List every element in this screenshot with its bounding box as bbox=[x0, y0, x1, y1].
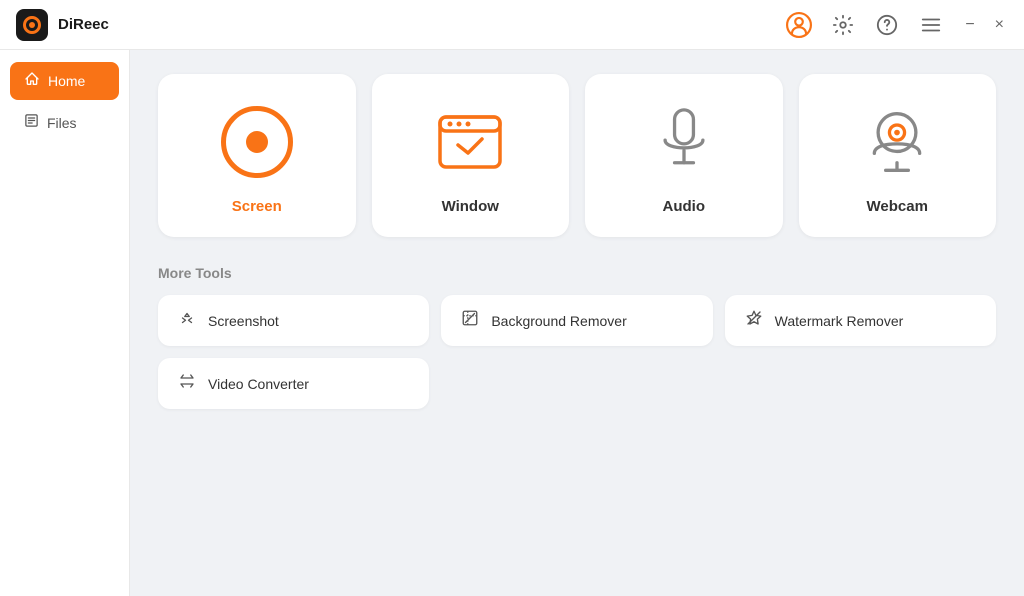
audio-record-icon bbox=[658, 108, 710, 176]
background-remover-label: Background Remover bbox=[491, 313, 626, 329]
screen-icon-wrapper bbox=[221, 102, 293, 182]
window-card[interactable]: Window bbox=[372, 74, 570, 237]
minimize-button[interactable]: − bbox=[961, 12, 978, 38]
menu-icon[interactable] bbox=[917, 11, 945, 39]
sidebar-files-label: Files bbox=[47, 115, 77, 131]
screen-card[interactable]: Screen bbox=[158, 74, 356, 237]
webcam-label: Webcam bbox=[867, 198, 928, 215]
help-icon[interactable] bbox=[873, 11, 901, 39]
titlebar: DiReec bbox=[0, 0, 1024, 50]
sidebar-item-files[interactable]: Files bbox=[10, 104, 119, 141]
audio-icon-wrapper bbox=[658, 102, 710, 182]
logo-dot bbox=[29, 22, 35, 28]
home-icon bbox=[24, 71, 40, 91]
screen-record-icon bbox=[221, 106, 293, 178]
video-converter-icon bbox=[176, 372, 198, 395]
audio-card[interactable]: Audio bbox=[585, 74, 783, 237]
background-remover-tool[interactable]: Background Remover bbox=[441, 295, 712, 346]
main-content: Screen Window bbox=[130, 50, 1024, 596]
webcam-card[interactable]: Webcam bbox=[799, 74, 997, 237]
screen-label: Screen bbox=[232, 198, 282, 215]
sidebar: Home Files bbox=[0, 50, 130, 596]
video-converter-tool[interactable]: Video Converter bbox=[158, 358, 429, 409]
sidebar-home-label: Home bbox=[48, 73, 85, 89]
more-tools-section: More Tools Screenshot bbox=[158, 265, 996, 409]
screenshot-icon bbox=[176, 309, 198, 332]
screenshot-tool[interactable]: Screenshot bbox=[158, 295, 429, 346]
account-icon[interactable] bbox=[785, 11, 813, 39]
titlebar-right: − × bbox=[785, 11, 1008, 39]
screen-icon-dot bbox=[246, 131, 268, 153]
titlebar-left: DiReec bbox=[16, 9, 109, 41]
window-record-icon bbox=[436, 112, 504, 172]
window-controls: − × bbox=[961, 12, 1008, 38]
screenshot-label: Screenshot bbox=[208, 313, 279, 329]
audio-label: Audio bbox=[663, 198, 706, 215]
background-remover-icon bbox=[459, 309, 481, 332]
window-icon-wrapper bbox=[436, 102, 504, 182]
webcam-record-icon bbox=[865, 108, 929, 176]
recording-cards: Screen Window bbox=[158, 74, 996, 237]
files-icon bbox=[24, 113, 39, 132]
window-label: Window bbox=[442, 198, 499, 215]
watermark-remover-label: Watermark Remover bbox=[775, 313, 904, 329]
settings-icon[interactable] bbox=[829, 11, 857, 39]
app-logo bbox=[16, 9, 48, 41]
sidebar-item-home[interactable]: Home bbox=[10, 62, 119, 100]
app-name: DiReec bbox=[58, 16, 109, 33]
tools-grid: Screenshot Background Remover bbox=[158, 295, 996, 409]
watermark-remover-tool[interactable]: Watermark Remover bbox=[725, 295, 996, 346]
video-converter-label: Video Converter bbox=[208, 376, 309, 392]
more-tools-title: More Tools bbox=[158, 265, 996, 281]
main-layout: Home Files Screen bbox=[0, 50, 1024, 596]
webcam-icon-wrapper bbox=[865, 102, 929, 182]
watermark-remover-icon bbox=[743, 309, 765, 332]
close-button[interactable]: × bbox=[991, 12, 1008, 38]
logo-circle bbox=[23, 16, 41, 34]
